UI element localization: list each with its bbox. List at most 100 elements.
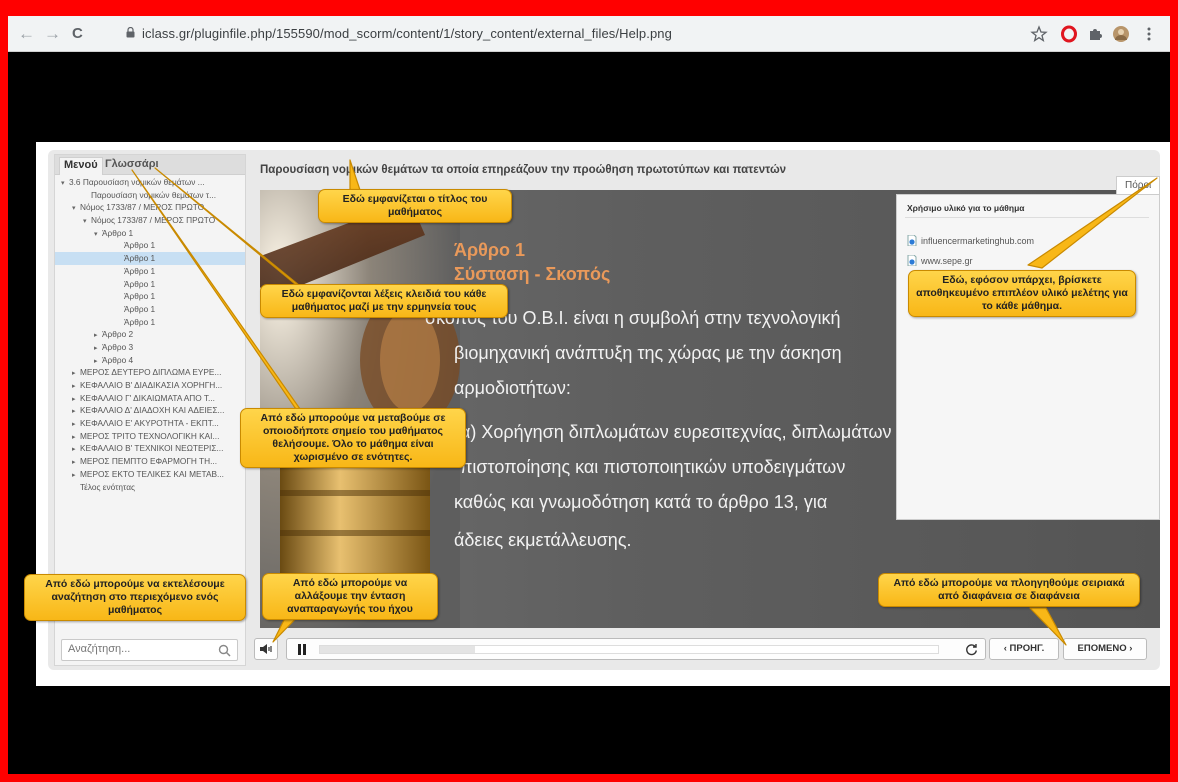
toc-item[interactable]: ▾ Νόμος 1733/87 / ΜΕΡΟΣ ΠΡΩΤΟ (55, 201, 245, 214)
toc-item-label: Άρθρο 1 (124, 291, 156, 302)
callout-search: Από εδώ μπορούμε να εκτελέσουμε αναζήτησ… (24, 574, 246, 621)
search-box[interactable] (61, 639, 238, 661)
toc-item-label: ΚΕΦΑΛΑΙΟ Β' ΤΕΧΝΙΚΟΙ ΝΕΩΤΕΡΙΣ... (80, 443, 224, 454)
address-bar[interactable]: iclass.gr/pluginfile.php/155590/mod_scor… (142, 26, 672, 41)
toc-item[interactable]: ▸ ΜΕΡΟΣ ΤΡΙΤΟ ΤΕΧΝΟΛΟΓΙΚΗ ΚΑΙ... (55, 430, 245, 443)
profile-avatar[interactable] (1112, 25, 1130, 43)
toc-item[interactable]: Παρουσίαση νομικών θεμάτων τ... (55, 189, 245, 202)
toc-item[interactable]: ▸ ΚΕΦΑΛΑΙΟ Δ' ΔΙΑΔΟΧΗ ΚΑΙ ΑΔΕΙΕΣ... (55, 404, 245, 417)
puzzle-extensions-icon[interactable] (1086, 25, 1104, 43)
toc-item[interactable]: ▾ 3.6 Παρουσίαση νομικών θεμάτων ... (55, 176, 245, 189)
callout-menu: Από εδώ μπορούμε να μεταβούμε σε οποιοδή… (240, 408, 466, 468)
divider (905, 217, 1149, 218)
toc-item[interactable]: ▾ Νόμος 1733/87 / ΜΕΡΟΣ ΠΡΩΤΟ (55, 214, 245, 227)
toc-item-label: Άρθρο 1 (124, 240, 156, 251)
replay-icon[interactable] (965, 643, 978, 656)
toc-item[interactable]: ▸ ΚΕΦΑΛΑΙΟ Β' ΔΙΑΔΙΚΑΣΙΑ ΧΟΡΗΓΗ... (55, 379, 245, 392)
expanded-arrow-icon[interactable]: ▾ (61, 178, 69, 189)
volume-button[interactable] (254, 638, 278, 660)
toc-item-label: Άρθρο 1 (124, 303, 156, 314)
slide-text-line: βιομηχανική ανάπτυξη της χώρας με την άσ… (454, 343, 842, 363)
toc-item[interactable]: Άρθρο 1 (55, 316, 245, 329)
progress-bar[interactable] (319, 645, 939, 654)
collapsed-arrow-icon[interactable]: ▸ (94, 343, 102, 354)
toc-item[interactable]: Τέλος ενότητας (55, 481, 245, 494)
tab-resources[interactable]: Πόροι (1116, 176, 1160, 194)
resource-link-label: influencermarketinghub.com (921, 236, 1035, 246)
toc-item-label: ΜΕΡΟΣ ΔΕΥΤΕΡΟ ΔΙΠΛΩΜΑ ΕΥΡΕ... (80, 367, 222, 378)
toc-item-label: ΜΕΡΟΣ ΤΡΙΤΟ ΤΕΧΝΟΛΟΓΙΚΗ ΚΑΙ... (80, 430, 220, 441)
toc-item[interactable]: Άρθρο 1 (55, 303, 245, 316)
toc-item[interactable]: Άρθρο 1 (55, 290, 245, 303)
expanded-arrow-icon[interactable]: ▾ (94, 229, 102, 240)
toc-item-label: Άρθρο 1 (124, 316, 156, 327)
browser-toolbar: ← → C iclass.gr/pluginfile.php/155590/mo… (8, 16, 1170, 52)
toc-item-label: 3.6 Παρουσίαση νομικών θεμάτων ... (69, 177, 205, 187)
sidebar-tabs: Μενού Γλωσσάρι (55, 155, 245, 175)
toc-item-label: Άρθρο 2 (102, 329, 134, 340)
collapsed-arrow-icon[interactable]: ▸ (72, 419, 80, 430)
resource-link-label: www.sepe.gr (921, 256, 973, 266)
forward-button[interactable]: → (44, 24, 61, 44)
expanded-arrow-icon[interactable]: ▾ (83, 216, 91, 227)
more-menu-icon[interactable] (1140, 25, 1158, 43)
web-link-icon (907, 254, 917, 267)
reload-button[interactable]: C (72, 24, 83, 44)
resources-panel: Χρήσιμο υλικό για το μάθημα influencerma… (896, 194, 1160, 520)
collapsed-arrow-icon[interactable]: ▸ (72, 470, 80, 481)
collapsed-arrow-icon[interactable]: ▸ (72, 381, 80, 392)
collapsed-arrow-icon[interactable]: ▸ (94, 330, 102, 341)
toc-item[interactable]: Άρθρο 1 (55, 252, 245, 265)
toc-item[interactable]: ▸ ΚΕΦΑΛΑΙΟ Ε' ΑΚΥΡΟΤΗΤΑ - ΕΚΠΤ... (55, 417, 245, 430)
toc-item-label: ΜΕΡΟΣ ΠΕΜΠΤΟ ΕΦΑΡΜΟΓΗ ΤΗ... (80, 456, 218, 467)
tab-menu[interactable]: Μενού (59, 157, 103, 175)
collapsed-arrow-icon[interactable]: ▸ (72, 394, 80, 405)
screenshot-frame: ← → C iclass.gr/pluginfile.php/155590/mo… (8, 16, 1170, 774)
collapsed-arrow-icon[interactable]: ▸ (72, 432, 80, 443)
toc-item[interactable]: ▸ ΚΕΦΑΛΑΙΟ Β' ΤΕΧΝΙΚΟΙ ΝΕΩΤΕΡΙΣ... (55, 442, 245, 455)
search-icon[interactable] (218, 644, 231, 657)
resource-link[interactable]: influencermarketinghub.com (907, 234, 1035, 247)
prev-button[interactable]: ‹ ΠΡΟΗΓ. (989, 638, 1059, 660)
collapsed-arrow-icon[interactable]: ▸ (72, 457, 80, 468)
toc-item-label: Άρθρο 4 (102, 354, 134, 365)
callout-title: Εδώ εμφανίζεται ο τίτλος του μαθήματος (318, 189, 512, 223)
toc-item[interactable]: ▾ Άρθρο 1 (55, 227, 245, 240)
collapsed-arrow-icon[interactable]: ▸ (72, 368, 80, 379)
pause-icon[interactable] (297, 644, 307, 655)
collapsed-arrow-icon[interactable]: ▸ (72, 444, 80, 455)
resources-title: Χρήσιμο υλικό για το μάθημα (907, 203, 1025, 213)
progress-fill (320, 646, 475, 653)
back-button[interactable]: ← (18, 24, 35, 44)
resource-link[interactable]: www.sepe.gr (907, 254, 973, 267)
callout-volume: Από εδώ μπορούμε να αλλάξουμε την ένταση… (262, 573, 438, 620)
toc-item[interactable]: ▸ ΚΕΦΑΛΑΙΟ Γ' ΔΙΚΑΙΩΜΑΤΑ ΑΠΟ Τ... (55, 392, 245, 405)
toc-item-label: ΚΕΦΑΛΑΙΟ Ε' ΑΚΥΡΟΤΗΤΑ - ΕΚΠΤ... (80, 418, 219, 429)
search-input[interactable] (68, 643, 208, 655)
toc-item-label: Άρθρο 1 (124, 278, 156, 289)
player-controls: ‹ ΠΡΟΗΓ. ΕΠΟΜΕΝΟ › (254, 634, 1160, 662)
toc-item[interactable]: ▸ Άρθρο 4 (55, 354, 245, 367)
toc-item[interactable]: ▸ ΜΕΡΟΣ ΕΚΤΟ ΤΕΛΙΚΕΣ ΚΑΙ ΜΕΤΑΒ... (55, 468, 245, 481)
star-icon[interactable] (1030, 25, 1048, 43)
toc-item[interactable]: ▸ ΜΕΡΟΣ ΠΕΜΠΤΟ ΕΦΑΡΜΟΓΗ ΤΗ... (55, 455, 245, 468)
expanded-arrow-icon[interactable]: ▾ (72, 203, 80, 214)
toc-item[interactable]: ▸ Άρθρο 3 (55, 341, 245, 354)
collapsed-arrow-icon[interactable]: ▸ (72, 406, 80, 417)
toc-item-label: ΚΕΦΑΛΑΙΟ Γ' ΔΙΚΑΙΩΜΑΤΑ ΑΠΟ Τ... (80, 392, 215, 403)
toc-item-label: ΚΕΦΑΛΑΙΟ Δ' ΔΙΑΔΟΧΗ ΚΑΙ ΑΔΕΙΕΣ... (80, 405, 225, 416)
opera-extension-icon[interactable] (1060, 25, 1078, 43)
toc-item[interactable]: Άρθρο 1 (55, 265, 245, 278)
callout-navigation: Από εδώ μπορούμε να πλοηγηθούμε σειριακά… (878, 573, 1140, 607)
toc-item[interactable]: ▸ ΜΕΡΟΣ ΔΕΥΤΕΡΟ ΔΙΠΛΩΜΑ ΕΥΡΕ... (55, 366, 245, 379)
tab-glossary[interactable]: Γλωσσάρι (105, 158, 159, 170)
toc-item[interactable]: Άρθρο 1 (55, 278, 245, 291)
slide-text-line: άδειες εκμετάλλευσης. (454, 530, 632, 550)
collapsed-arrow-icon[interactable]: ▸ (94, 356, 102, 367)
slide-heading-subtitle: Σύσταση - Σκοπός (454, 264, 611, 284)
next-button[interactable]: ΕΠΟΜΕΝΟ › (1063, 638, 1147, 660)
toc-item[interactable]: ▸ Άρθρο 2 (55, 328, 245, 341)
speaker-icon (260, 644, 272, 654)
slide-text-line: πιστοποίησης και πιστοποιητικών υποδειγμ… (460, 457, 846, 477)
toc-item[interactable]: Άρθρο 1 (55, 239, 245, 252)
